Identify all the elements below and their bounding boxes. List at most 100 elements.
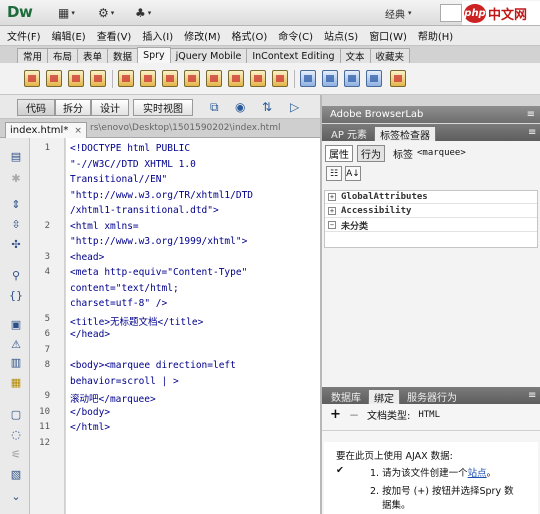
balance-braces-icon[interactable]: {}	[9, 289, 23, 302]
attribute-row-empty[interactable]	[325, 233, 537, 246]
spry-validation-radio-icon[interactable]	[250, 70, 266, 87]
recent-snippets-icon[interactable]: ▧	[9, 468, 23, 481]
workspace-selector[interactable]: 经典 ▾	[385, 4, 437, 22]
highlight-invalid-code-icon[interactable]: ⚠	[9, 338, 23, 351]
tab-data[interactable]: 数据	[107, 48, 139, 63]
tab-layout[interactable]: 布局	[47, 48, 79, 63]
spry-repeat-list-icon[interactable]	[90, 70, 106, 87]
browserlab-panel-header[interactable]: Adobe BrowserLab ≡	[322, 106, 540, 123]
panel-menu-icon[interactable]: ≡	[527, 109, 535, 120]
behaviors-button[interactable]: 行为	[357, 144, 385, 162]
open-documents-icon[interactable]: ▤	[9, 150, 23, 163]
spry-menu-bar-icon[interactable]	[300, 70, 316, 87]
menu-file[interactable]: 文件(F)	[7, 28, 41, 43]
file-management-icon[interactable]: ⇅	[262, 100, 272, 114]
multiscreen-icon[interactable]: ⧉	[210, 100, 219, 115]
spry-validation-confirm-icon[interactable]	[228, 70, 244, 87]
design-view-button[interactable]: 设计	[91, 99, 129, 116]
tab-favorites[interactable]: 收藏夹	[369, 48, 411, 63]
menu-help[interactable]: 帮助(H)	[418, 28, 453, 43]
spry-validation-textarea-icon[interactable]	[184, 70, 200, 87]
close-icon[interactable]: ×	[74, 126, 82, 136]
code-line[interactable]: /xhtml1-transitional.dtd">	[70, 205, 219, 216]
syntax-coloring-icon[interactable]: ▥	[9, 356, 23, 369]
code-line[interactable]: charset=utf-8" />	[70, 298, 167, 309]
browser-preview-icon[interactable]: ◉	[235, 100, 245, 114]
live-view-button[interactable]: 实时视图	[133, 99, 193, 116]
spry-validation-group-icon[interactable]	[272, 70, 288, 87]
code-line[interactable]: <meta http-equiv="Content-Type"	[70, 267, 247, 278]
spry-validation-checkbox-icon[interactable]	[162, 70, 178, 87]
document-tab[interactable]: index.html* ×	[5, 122, 87, 138]
line-numbers-icon[interactable]: ▣	[9, 318, 23, 331]
code-line[interactable]: <head>	[70, 252, 104, 263]
show-code-navigator-icon[interactable]: ✱	[9, 172, 23, 185]
code-view-button[interactable]: 代码	[17, 99, 55, 116]
code-line[interactable]: behavior=scroll | >	[70, 376, 179, 387]
menu-commands[interactable]: 命令(C)	[278, 28, 313, 43]
wrap-tag-icon[interactable]: ⚟	[9, 448, 23, 461]
code-line[interactable]: content="text/html;	[70, 283, 179, 294]
tab-forms[interactable]: 表单	[77, 48, 109, 63]
site-icon[interactable]: ♣ ▾	[135, 5, 151, 21]
code-line[interactable]: 滚动吧</marquee>	[70, 391, 156, 405]
tab-databases[interactable]: 数据库	[326, 389, 366, 404]
code-line[interactable]: "http://www.w3.org/1999/xhtml">	[70, 236, 247, 247]
menu-modify[interactable]: 修改(M)	[184, 28, 220, 43]
spry-collapsible-panel-icon[interactable]	[366, 70, 382, 87]
tab-bindings[interactable]: 绑定	[368, 389, 400, 405]
code-line[interactable]: </head>	[70, 329, 110, 340]
spry-region-icon[interactable]	[46, 70, 62, 87]
tab-ap-elements[interactable]: AP 元素	[326, 126, 372, 141]
attributes-button[interactable]: 属性	[325, 144, 353, 162]
tab-spry[interactable]: Spry	[137, 47, 171, 63]
tab-common[interactable]: 常用	[17, 48, 49, 63]
auto-indent-icon[interactable]: ▦	[9, 376, 23, 389]
category-global-attributes[interactable]: + GlobalAttributes	[325, 191, 537, 204]
menu-format[interactable]: 格式(O)	[232, 28, 268, 43]
collapse-icon[interactable]: −	[328, 221, 336, 229]
layout-icon[interactable]: ▦ ▾	[58, 5, 75, 21]
menu-site[interactable]: 站点(S)	[324, 28, 358, 43]
move-css-icon[interactable]: ⌄	[9, 490, 23, 503]
category-view-icon[interactable]: ☷	[326, 166, 342, 181]
panel-menu-icon[interactable]: ≡	[528, 127, 536, 138]
collapse-full-tag-icon[interactable]: ⇕	[9, 198, 23, 211]
tab-text[interactable]: 文本	[339, 48, 371, 63]
apply-comment-icon[interactable]: ▢	[9, 408, 23, 421]
menu-window[interactable]: 窗口(W)	[369, 28, 407, 43]
site-link[interactable]: 站点	[468, 468, 487, 479]
spry-dataset-icon[interactable]	[24, 70, 40, 87]
menu-view[interactable]: 查看(V)	[97, 28, 132, 43]
tab-server-behaviors[interactable]: 服务器行为	[402, 389, 462, 404]
code-line[interactable]: </body>	[70, 407, 110, 418]
split-view-button[interactable]: 拆分	[55, 99, 91, 116]
menu-edit[interactable]: 编辑(E)	[52, 28, 86, 43]
spry-validation-select-icon[interactable]	[140, 70, 156, 87]
page-title-icon[interactable]: ▷	[290, 100, 299, 114]
spry-validation-password-icon[interactable]	[206, 70, 222, 87]
code-line[interactable]: <body><marquee direction=left	[70, 360, 236, 371]
menu-insert[interactable]: 插入(I)	[142, 28, 173, 43]
code-line[interactable]: <!DOCTYPE html PUBLIC	[70, 143, 190, 154]
tab-incontext-editing[interactable]: InContext Editing	[246, 48, 341, 63]
spry-repeat-icon[interactable]	[68, 70, 84, 87]
remove-comment-icon[interactable]: ◌	[9, 428, 23, 441]
code-line[interactable]: Transitional//EN"	[70, 174, 167, 185]
collapse-selection-icon[interactable]: ⇳	[9, 218, 23, 231]
spry-accordion-icon[interactable]	[344, 70, 360, 87]
expand-icon[interactable]: +	[328, 193, 336, 201]
panel-menu-icon[interactable]: ≡	[528, 390, 536, 401]
category-accessibility[interactable]: + Accessibility	[325, 205, 537, 218]
add-binding-button[interactable]: +	[330, 407, 341, 422]
code-line[interactable]: <title>无标题文档</title>	[70, 314, 203, 328]
code-line[interactable]: "http://www.w3.org/TR/xhtml1/DTD	[70, 190, 253, 201]
spry-tooltip-icon[interactable]	[390, 70, 406, 87]
spry-tabbed-panels-icon[interactable]	[322, 70, 338, 87]
expand-all-icon[interactable]: ✣	[9, 238, 23, 251]
code-line[interactable]: <html xmlns=	[70, 221, 139, 232]
category-uncategorized[interactable]: − 未分类	[325, 219, 537, 232]
code-line[interactable]: </html>	[70, 422, 110, 433]
remove-binding-button[interactable]: −	[349, 408, 359, 422]
tab-tag-inspector[interactable]: 标签检查器	[374, 126, 437, 142]
